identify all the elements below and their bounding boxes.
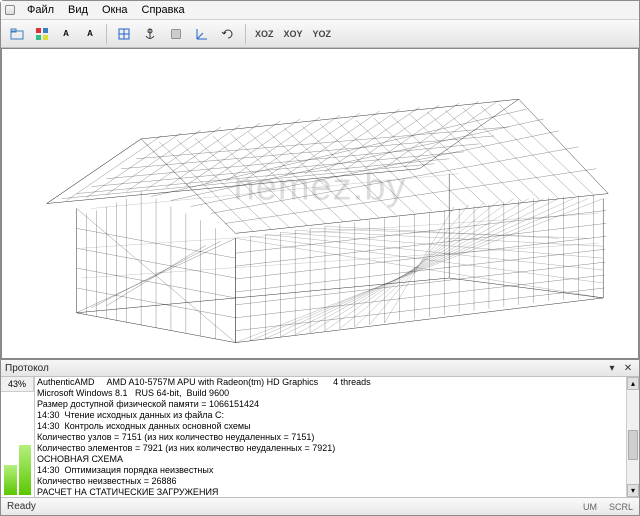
protocol-header: Протокол ▾ ✕ bbox=[1, 360, 639, 377]
protocol-title: Протокол bbox=[5, 363, 603, 374]
progress-column: 43% bbox=[1, 377, 35, 497]
progress-bars bbox=[1, 392, 34, 497]
log-line[interactable]: Microsoft Windows 8.1 RUS 64-bit, Build … bbox=[37, 388, 637, 399]
log-line[interactable]: 14:30 Контроль исходных данных основной … bbox=[37, 421, 637, 432]
toolbar-letter-a[interactable]: A bbox=[55, 22, 77, 46]
tool-rotate-icon[interactable] bbox=[216, 22, 240, 46]
app-icon bbox=[5, 5, 15, 15]
status-ready: Ready bbox=[7, 501, 36, 512]
tool-palette-icon[interactable] bbox=[31, 22, 53, 46]
protocol-panel: Протокол ▾ ✕ 43% AuthenticAMD AMD A10-57… bbox=[1, 359, 639, 497]
wireframe-model bbox=[2, 49, 638, 358]
log-line[interactable]: Количество неизвестных = 26886 bbox=[37, 476, 637, 487]
protocol-close-icon[interactable]: ✕ bbox=[621, 361, 635, 375]
progress-bar-2 bbox=[19, 445, 32, 495]
statusbar: Ready UM SCRL bbox=[1, 497, 639, 515]
view-xoy-button[interactable]: XOY bbox=[280, 22, 307, 46]
log-line[interactable]: 14:30 Оптимизация порядка неизвестных bbox=[37, 465, 637, 476]
status-slot-scrl: SCRL bbox=[609, 502, 633, 512]
tool-block-icon[interactable] bbox=[164, 22, 188, 46]
view-xoz-button[interactable]: XOZ bbox=[251, 22, 278, 46]
log-area[interactable]: AuthenticAMD AMD A10-5757M APU with Rade… bbox=[35, 377, 639, 497]
scrollbar-vertical[interactable]: ▴ ▾ bbox=[626, 377, 639, 497]
tool-anchor-icon[interactable] bbox=[138, 22, 162, 46]
scroll-thumb[interactable] bbox=[628, 430, 638, 460]
toolbar-separator bbox=[106, 24, 107, 44]
status-slot-um: UM bbox=[583, 502, 597, 512]
toolbar: A A XOZ XOY YOZ bbox=[1, 20, 639, 48]
scroll-up-icon[interactable]: ▴ bbox=[627, 377, 639, 390]
tool-open-icon[interactable] bbox=[5, 22, 29, 46]
log-line[interactable]: AuthenticAMD AMD A10-5757M APU with Rade… bbox=[37, 377, 637, 388]
log-line[interactable]: РАСЧЕТ НА СТАТИЧЕСКИЕ ЗАГРУЖЕНИЯ bbox=[37, 487, 637, 497]
menu-view[interactable]: Вид bbox=[62, 4, 94, 16]
log-line[interactable]: Количество узлов = 7151 (из них количест… bbox=[37, 432, 637, 443]
menu-windows[interactable]: Окна bbox=[96, 4, 134, 16]
scroll-track[interactable] bbox=[627, 390, 639, 484]
viewport-3d[interactable]: nemez.by bbox=[1, 48, 639, 359]
protocol-dropdown-icon[interactable]: ▾ bbox=[605, 361, 619, 375]
log-line[interactable]: ОСНОВНАЯ СХЕМА bbox=[37, 454, 637, 465]
log-line[interactable]: Размер доступной физической памяти = 106… bbox=[37, 399, 637, 410]
log-line[interactable]: Количество элементов = 7921 (из них коли… bbox=[37, 443, 637, 454]
tool-axes-icon[interactable] bbox=[190, 22, 214, 46]
view-yoz-button[interactable]: YOZ bbox=[309, 22, 336, 46]
tool-select-window-icon[interactable] bbox=[112, 22, 136, 46]
toolbar-letter-a2[interactable]: A bbox=[79, 22, 101, 46]
menubar: Файл Вид Окна Справка bbox=[1, 1, 639, 20]
progress-bar-1 bbox=[4, 465, 17, 495]
log-line[interactable]: 14:30 Чтение исходных данных из файла C: bbox=[37, 410, 637, 421]
menu-help[interactable]: Справка bbox=[136, 4, 191, 16]
progress-percent: 43% bbox=[1, 377, 34, 392]
toolbar-separator-2 bbox=[245, 24, 246, 44]
scroll-down-icon[interactable]: ▾ bbox=[627, 484, 639, 497]
menu-file[interactable]: Файл bbox=[21, 4, 60, 16]
